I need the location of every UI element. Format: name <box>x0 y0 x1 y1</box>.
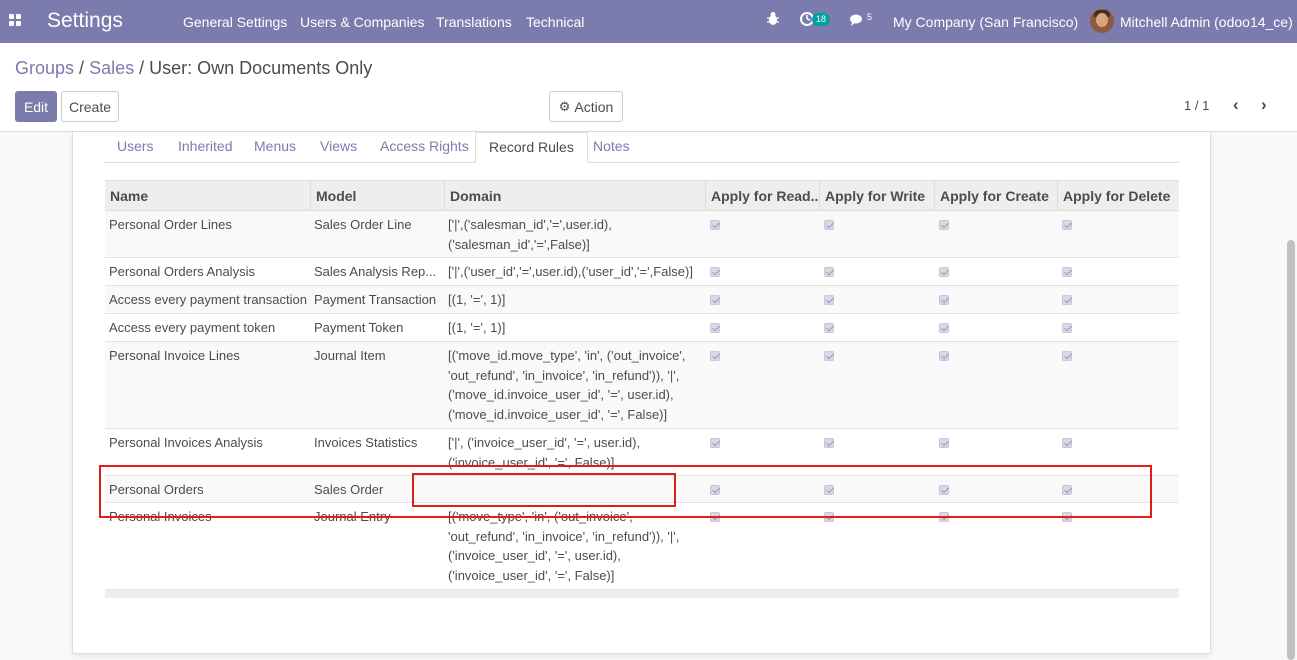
checkbox-apply-create[interactable] <box>939 351 949 361</box>
breadcrumb-current: User: Own Documents Only <box>149 58 373 78</box>
control-panel: Groups / Sales / User: Own Documents Onl… <box>0 43 1297 132</box>
tab-access-rights[interactable]: Access Rights <box>367 132 482 163</box>
breadcrumb-separator: / <box>139 58 145 78</box>
checkbox-apply-create[interactable] <box>939 267 949 277</box>
apps-menu-icon[interactable] <box>9 14 21 26</box>
message-count: 5 <box>867 12 873 22</box>
checkbox-apply-delete[interactable] <box>1062 267 1072 277</box>
cell-model: Sales Order Line <box>314 217 412 232</box>
create-button[interactable]: Create <box>61 91 119 122</box>
table-row[interactable]: Personal Orders Analysis Sales Analysis R… <box>105 258 1179 286</box>
messages-chat-icon[interactable] <box>849 13 865 30</box>
column-header-read[interactable]: Apply for Read... <box>705 181 819 211</box>
user-avatar[interactable] <box>1090 9 1114 33</box>
cell-name: Personal Orders Analysis <box>109 264 255 279</box>
checkbox-apply-write[interactable] <box>824 323 834 333</box>
checkbox-apply-write[interactable] <box>824 438 834 448</box>
table-row[interactable]: Personal Order Lines Sales Order Line ['|'… <box>105 211 1179 258</box>
column-header-domain[interactable]: Domain <box>444 181 705 211</box>
cell-model: Journal Item <box>314 348 386 363</box>
pager-next-icon[interactable]: › <box>1261 95 1267 115</box>
table-row[interactable]: Personal Invoice Lines Journal Item [('mov… <box>105 342 1179 429</box>
column-header-model[interactable]: Model <box>310 181 444 211</box>
checkbox-apply-create[interactable] <box>939 295 949 305</box>
breadcrumb-sales[interactable]: Sales <box>89 58 134 78</box>
menu-users-companies[interactable]: Users & Companies <box>300 14 425 30</box>
checkbox-apply-delete[interactable] <box>1062 438 1072 448</box>
highlight-domain-box <box>412 473 676 507</box>
checkbox-apply-create[interactable] <box>939 323 949 333</box>
cell-domain: [(1, '=', 1)] <box>448 320 506 335</box>
gear-icon: ⚙ <box>558 98 571 114</box>
checkbox-apply-write[interactable] <box>824 220 834 230</box>
checkbox-apply-read[interactable] <box>710 267 720 277</box>
cell-model: Payment Transaction <box>314 292 437 307</box>
checkbox-apply-read[interactable] <box>710 438 720 448</box>
checkbox-apply-write[interactable] <box>824 295 834 305</box>
checkbox-apply-delete[interactable] <box>1062 323 1072 333</box>
column-header-delete[interactable]: Apply for Delete <box>1057 181 1179 211</box>
column-header-name[interactable]: Name <box>105 181 310 211</box>
checkbox-apply-delete[interactable] <box>1062 351 1072 361</box>
checkbox-apply-delete[interactable] <box>1062 220 1072 230</box>
cell-domain: ['|',('salesman_id','=',user.id),('sales… <box>448 217 612 252</box>
cell-name: Personal Invoice Lines <box>109 348 240 363</box>
cell-name: Personal Order Lines <box>109 217 232 232</box>
cell-domain: [(1, '=', 1)] <box>448 292 506 307</box>
checkbox-apply-read[interactable] <box>710 323 720 333</box>
table-row[interactable]: Access every payment transaction Payment … <box>105 286 1179 314</box>
table-footer <box>105 590 1179 598</box>
checkbox-apply-write[interactable] <box>824 267 834 277</box>
breadcrumb-separator: / <box>79 58 85 78</box>
cell-model: Payment Token <box>314 320 404 335</box>
cell-name: Personal Invoices Analysis <box>109 435 263 450</box>
action-button[interactable]: ⚙ Action <box>549 91 623 122</box>
tab-record-rules[interactable]: Record Rules <box>475 132 588 163</box>
tab-menus[interactable]: Menus <box>241 132 309 163</box>
checkbox-apply-read[interactable] <box>710 295 720 305</box>
table-row[interactable]: Access every payment token Payment Token [… <box>105 314 1179 342</box>
action-button-label: Action <box>574 98 614 115</box>
tab-notes[interactable]: Notes <box>580 132 643 163</box>
checkbox-apply-create[interactable] <box>939 438 949 448</box>
pager-previous-icon[interactable]: ‹ <box>1233 95 1239 115</box>
cell-domain: ['|',('user_id','=',user.id),('user_id',… <box>448 264 693 279</box>
pager-value[interactable]: 1 / 1 <box>1184 98 1209 113</box>
menu-translations[interactable]: Translations <box>436 14 512 30</box>
cell-model: Invoices Statistics <box>314 435 418 450</box>
cell-domain: [('move_id.move_type', 'in', ('out_invoi… <box>448 348 686 422</box>
tab-users[interactable]: Users <box>104 132 167 163</box>
menu-technical[interactable]: Technical <box>526 14 584 30</box>
column-header-create[interactable]: Apply for Create <box>934 181 1057 211</box>
checkbox-apply-delete[interactable] <box>1062 295 1072 305</box>
cell-name: Access every payment token <box>109 320 276 335</box>
checkbox-apply-write[interactable] <box>824 351 834 361</box>
menu-general-settings[interactable]: General Settings <box>183 14 287 30</box>
cell-name: Access every payment transaction <box>109 292 307 307</box>
create-button-label: Create <box>68 98 112 115</box>
page-scrollbar[interactable] <box>1287 240 1295 660</box>
tab-inherited[interactable]: Inherited <box>165 132 245 163</box>
company-switcher[interactable]: My Company (San Francisco) <box>893 14 1078 30</box>
checkbox-apply-read[interactable] <box>710 351 720 361</box>
notebook-tabs: Users Inherited Menus Views Access Right… <box>104 132 1179 163</box>
column-header-write[interactable]: Apply for Write <box>819 181 934 211</box>
top-navbar: Settings General Settings Users & Compan… <box>0 0 1297 43</box>
breadcrumb: Groups / Sales / User: Own Documents Onl… <box>15 58 372 79</box>
app-title[interactable]: Settings <box>47 9 123 33</box>
activity-count-badge: 18 <box>812 13 831 26</box>
edit-button[interactable]: Edit <box>15 91 57 122</box>
table-header: Name Model Domain Apply for Read... Appl… <box>105 180 1179 211</box>
checkbox-apply-create[interactable] <box>939 220 949 230</box>
breadcrumb-groups[interactable]: Groups <box>15 58 74 78</box>
tab-views[interactable]: Views <box>307 132 370 163</box>
checkbox-apply-read[interactable] <box>710 220 720 230</box>
cell-model: Sales Analysis Rep... <box>314 264 437 279</box>
debug-bug-icon[interactable] <box>766 11 780 30</box>
user-menu[interactable]: Mitchell Admin (odoo14_ce) <box>1120 14 1293 30</box>
